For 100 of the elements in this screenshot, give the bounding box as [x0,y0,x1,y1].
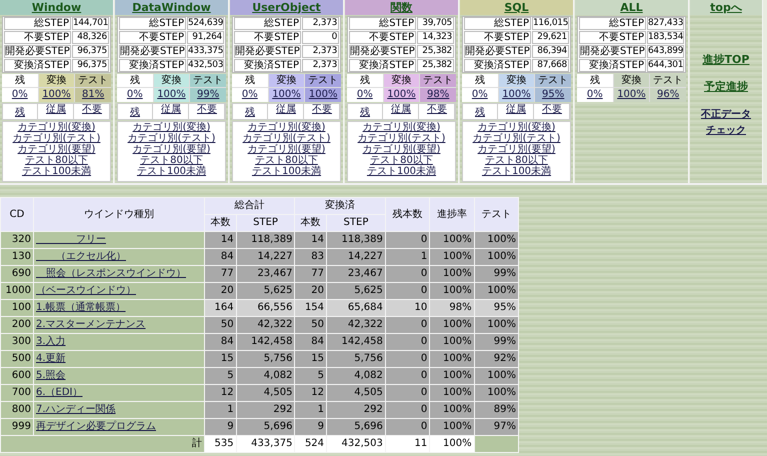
table-cell: 4,082 [236,368,294,384]
rate-header: 残 [347,74,383,87]
category-link[interactable]: テスト80以下 [370,155,433,166]
column-header: 本数 [295,215,326,231]
category-link[interactable]: テスト100未満 [252,166,322,177]
table-cell: 0 [386,232,430,248]
stat-value: 433,375 [187,45,224,58]
rate-header: テスト [75,74,111,87]
category-link[interactable]: カテゴリ別(テスト) [128,133,216,144]
table-cell: 100% [430,266,474,282]
table-cell: 700 [1,385,33,401]
category-link[interactable]: カテゴリ別(要望) [478,144,556,155]
rate-header: 残 [577,74,613,87]
filter-link[interactable]: 残 [475,107,485,118]
category-link[interactable]: テスト80以下 [255,155,318,166]
rate-header: 変換 [384,74,420,87]
filter-link[interactable]: 残 [245,107,255,118]
category-link[interactable]: テスト80以下 [25,155,88,166]
table-cell: 50 [295,317,326,333]
category-link[interactable]: テスト100未満 [22,166,92,177]
filter-link[interactable]: 残 [360,107,370,118]
nav-link[interactable]: 進捗TOP [702,53,750,66]
filter-link[interactable]: 従属 [506,104,526,115]
table-cell: 100% [430,334,474,350]
rate-header: 変換 [38,74,74,87]
table-cell: 600 [1,368,33,384]
table-cell: 95% [474,300,518,316]
category-link[interactable]: カテゴリ別(要望) [362,144,440,155]
category-link[interactable]: カテゴリ別(テスト) [242,133,330,144]
stat-value: 2,373 [302,59,339,72]
filter-link[interactable]: 不要 [312,104,332,115]
filter-link[interactable]: 従属 [276,104,296,115]
table-cell: 800 [1,402,33,418]
stat-value: 86,394 [532,45,569,58]
category-link[interactable]: 6.（EDI） [36,387,83,398]
total-cell: 535 [205,436,236,452]
table-cell: 100% [474,317,518,333]
category-link[interactable]: 5.照会 [36,370,66,381]
stat-value: 25,382 [417,59,454,72]
filter-link[interactable]: 残 [130,107,140,118]
category-link[interactable]: テスト100未満 [366,166,436,177]
filter-link[interactable]: 残 [15,107,25,118]
table-cell: 42,322 [236,317,294,333]
category-link[interactable]: テスト100未満 [482,166,552,177]
rate-header: 変換 [154,74,190,87]
category-link[interactable]: テスト100未満 [136,166,206,177]
section-title-link[interactable]: DataWindow [132,0,211,14]
table-cell: 15 [295,351,326,367]
section-title-link[interactable]: UserObject [252,0,321,14]
table-cell: 500 [1,351,33,367]
stat-label: 不要STEP [4,31,71,44]
rate-header: 残 [2,74,38,87]
category-link[interactable]: カテゴリ別(テスト) [358,133,446,144]
rate-header: テスト [420,74,456,87]
column-header: STEP [327,215,385,231]
stat-value: 87,668 [532,59,569,72]
section-title-link[interactable]: SQL [504,0,529,14]
table-cell: 5,696 [236,419,294,435]
table-cell: 0 [386,317,430,333]
table-cell: 320 [1,232,33,248]
table-cell: 5,625 [327,283,385,299]
filter-link[interactable]: 従属 [161,104,181,115]
table-cell: 0 [386,402,430,418]
filter-link[interactable]: 不要 [197,104,217,115]
filter-link[interactable]: 不要 [427,104,447,115]
section-title-link[interactable]: Window [32,0,82,14]
nav-link[interactable]: 予定進捗 [704,80,748,93]
table-cell: 50 [205,317,236,333]
rate-header: 変換 [498,74,534,87]
category-link[interactable]: テスト80以下 [485,155,548,166]
table-cell: 300 [1,334,33,350]
category-link[interactable]: カテゴリ別(要望) [18,144,96,155]
section-title-link[interactable]: ALL [620,0,643,14]
filter-link[interactable]: 従属 [46,104,66,115]
category-link[interactable]: 4.更新 [36,353,66,364]
rate-header: 変換 [614,74,650,87]
filter-link[interactable]: 不要 [542,104,562,115]
table-cell: 100% [430,402,474,418]
category-link[interactable]: カテゴリ別(テスト) [12,133,100,144]
table-cell: 142,458 [327,334,385,350]
table-cell: 100% [474,368,518,384]
filter-link[interactable]: 不要 [82,104,102,115]
nav-link[interactable]: 不正データチェック [700,107,752,139]
table-cell: 292 [327,402,385,418]
stat-value: 524,639 [187,17,224,30]
category-link[interactable]: カテゴリ別(要望) [248,144,326,155]
category-link[interactable]: 3.入力 [36,336,66,347]
stat-label: 総STEP [349,17,416,30]
section-title-link[interactable]: 関数 [390,0,412,14]
filter-link[interactable]: 従属 [391,104,411,115]
table-cell: 5,625 [236,283,294,299]
category-link[interactable]: カテゴリ別(テスト) [472,133,560,144]
stat-label: 開発必要STEP [4,45,71,58]
rate-header: テスト [650,74,686,87]
stat-value: 644,301 [647,59,684,72]
table-cell: 118,389 [236,232,294,248]
category-link[interactable]: テスト80以下 [140,155,203,166]
category-link[interactable]: カテゴリ別(要望) [132,144,210,155]
table-cell: 98% [430,300,474,316]
table-cell: 0 [386,419,430,435]
